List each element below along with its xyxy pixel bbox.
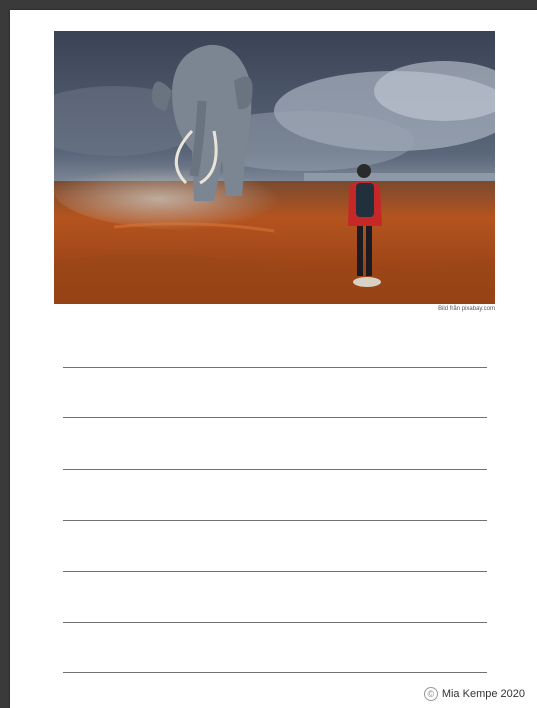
document-viewer: Bild från pixabay.com © Mia Kempe 2020 — [0, 0, 537, 708]
writing-lines — [63, 10, 487, 708]
writing-line[interactable] — [63, 571, 487, 572]
writing-line[interactable] — [63, 469, 487, 470]
worksheet-page: Bild från pixabay.com © Mia Kempe 2020 — [10, 10, 537, 708]
writing-line[interactable] — [63, 367, 487, 368]
writing-line[interactable] — [63, 672, 487, 673]
author-credit: Mia Kempe 2020 — [441, 688, 525, 700]
page-footer: © Mia Kempe 2020 — [423, 687, 525, 701]
writing-line[interactable] — [63, 417, 487, 418]
copyright-icon: © — [423, 687, 438, 701]
writing-line[interactable] — [63, 520, 487, 521]
writing-line[interactable] — [63, 622, 487, 623]
